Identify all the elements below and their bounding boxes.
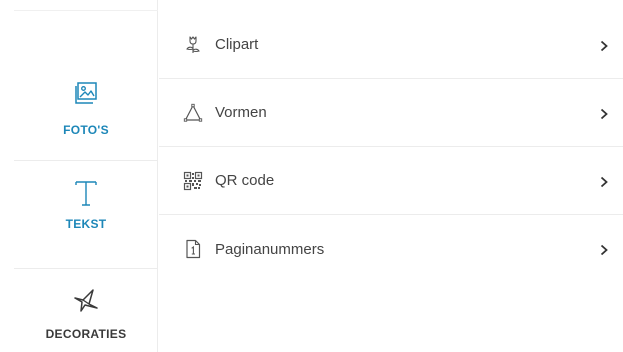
chevron-right-icon (599, 175, 609, 187)
menu-item-label: Paginanummers (215, 240, 325, 258)
sidebar-item-tekst[interactable]: TEKST (14, 162, 158, 269)
qr-code-icon (183, 171, 203, 191)
chevron-right-icon (599, 107, 609, 119)
decoration-menu: Clipart Vormen QR code Paginanummers (159, 11, 623, 283)
shapes-icon (183, 103, 203, 123)
sidebar: FOTO'S TEKST DECORATIES (0, 0, 158, 352)
text-icon (73, 179, 99, 212)
menu-item-vormen[interactable]: Vormen (159, 79, 623, 147)
menu-item-clipart[interactable]: Clipart (159, 11, 623, 79)
sidebar-item-label: TEKST (65, 217, 107, 231)
clipart-icon (183, 35, 203, 55)
sidebar-item-fotos[interactable]: FOTO'S (14, 11, 158, 161)
sidebar-item-label: FOTO'S (63, 123, 109, 137)
chevron-right-icon (599, 39, 609, 51)
decorations-icon (73, 288, 99, 317)
menu-item-paginanummers[interactable]: Paginanummers (159, 215, 623, 283)
chevron-right-icon (599, 243, 609, 256)
menu-item-label: QR code (215, 172, 275, 189)
page-number-icon (183, 239, 203, 259)
menu-item-label: Clipart (215, 36, 259, 53)
decorations-panel: FOTO'S TEKST DECORATIES Clipart Vormen Q… (0, 0, 623, 352)
photos-icon (73, 81, 99, 112)
sidebar-item-label: DECORATIES (45, 327, 127, 341)
menu-item-qr-code[interactable]: QR code (159, 147, 623, 215)
menu-item-label: Vormen (215, 104, 267, 121)
sidebar-item-decoraties[interactable]: DECORATIES (14, 270, 158, 352)
